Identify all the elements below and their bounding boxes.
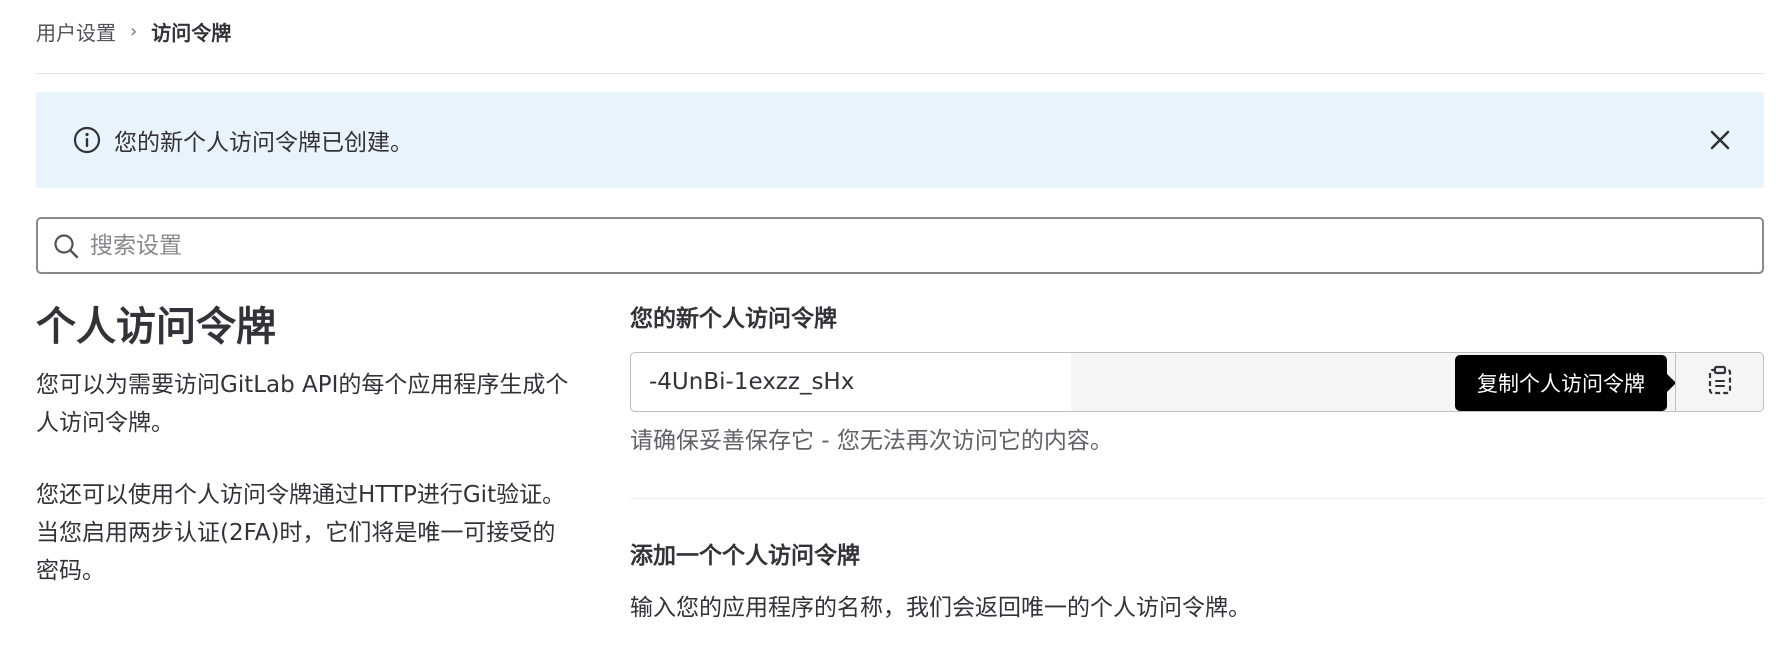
token-value-input[interactable]: -4UnBi-1exzz_sHx	[631, 353, 1071, 411]
breadcrumb: 用户设置 › 访问令牌	[36, 14, 231, 48]
search-settings-box	[36, 217, 1764, 274]
search-input[interactable]	[88, 231, 1762, 260]
breadcrumb-current: 访问令牌	[151, 20, 232, 45]
alert-message: 您的新个人访问令牌已创建。	[114, 130, 413, 156]
section-description-1: 您可以为需要访问GitLab API的每个应用程序生成个人访问令牌。	[36, 372, 569, 436]
copy-token-button[interactable]	[1675, 353, 1763, 411]
breadcrumb-user-settings[interactable]: 用户设置	[36, 17, 116, 46]
close-icon[interactable]	[1704, 124, 1736, 156]
add-token-description: 输入您的应用程序的名称，我们会返回唯一的个人访问令牌。	[630, 595, 1251, 621]
save-token-hint: 请确保妥善保存它 - 您无法再次访问它的内容。	[630, 428, 1113, 454]
section-description-2: 您还可以使用个人访问令牌通过HTTP进行Git验证。 当您启用两步认证(2FA)…	[36, 482, 566, 584]
copy-tooltip: 复制个人访问令牌	[1455, 355, 1676, 411]
breadcrumb-separator: ›	[130, 20, 138, 42]
info-icon	[72, 125, 102, 155]
section-title: 个人访问令牌	[36, 304, 276, 350]
header-divider	[36, 73, 1764, 74]
add-token-label: 添加一个个人访问令牌	[630, 543, 860, 569]
section-intro: 个人访问令牌 您可以为需要访问GitLab API的每个应用程序生成个人访问令牌…	[36, 300, 576, 590]
section-divider	[630, 498, 1764, 499]
clipboard-icon	[1707, 365, 1733, 399]
new-token-label: 您的新个人访问令牌	[630, 306, 837, 332]
token-panel: 您的新个人访问令牌 -4UnBi-1exzz_sHx 复制个人访问令牌 请确保妥…	[630, 300, 1764, 627]
search-icon	[52, 232, 80, 260]
success-alert: 您的新个人访问令牌已创建。	[36, 92, 1764, 188]
new-token-field: -4UnBi-1exzz_sHx 复制个人访问令牌	[630, 352, 1764, 412]
